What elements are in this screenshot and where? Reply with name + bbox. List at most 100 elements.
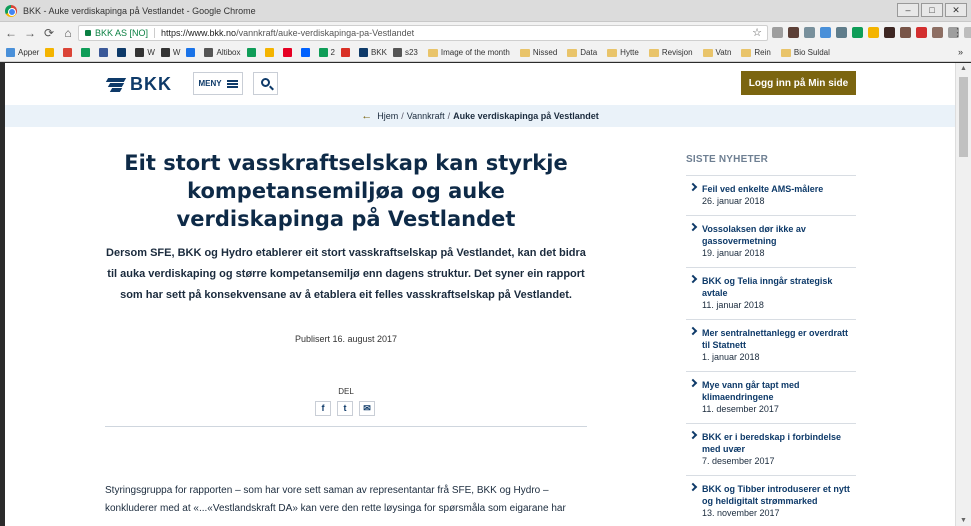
bookmark-folder[interactable]: Revisjon [648, 48, 693, 57]
email-icon[interactable]: ✉ [359, 401, 375, 416]
twitter-icon[interactable]: t [337, 401, 353, 416]
bookmark-item[interactable] [300, 48, 313, 57]
bookmark-item[interactable]: 2 [318, 48, 335, 57]
bkk-logo[interactable]: BKK [105, 74, 172, 95]
news-item[interactable]: Vossolaksen dør ikke av gassovermetning 1… [686, 215, 856, 267]
bookmark-item[interactable] [45, 48, 57, 57]
bookmark-folder[interactable]: Rein [741, 48, 771, 57]
back-arrow-icon[interactable]: ← [361, 110, 372, 122]
news-title[interactable]: Vossolaksen dør ikke av gassovermetning [702, 223, 856, 247]
news-item[interactable]: BKK og Tibber introduserer et nytt og he… [686, 475, 856, 526]
address-input[interactable]: BKK AS [NO] https://www.bkk.no/vannkraft… [78, 25, 768, 41]
page-scrollbar[interactable]: ▲ ▼ [955, 63, 971, 526]
news-item[interactable]: BKK er i beredskap i forbindelse med uvæ… [686, 423, 856, 475]
close-button[interactable]: ✕ [945, 3, 967, 17]
scroll-down-icon[interactable]: ▼ [960, 517, 967, 524]
bookmark-item[interactable]: W [160, 48, 180, 57]
news-date: 26. januar 2018 [702, 196, 765, 206]
bookmark-folder[interactable]: Image of the month [427, 48, 510, 57]
folder-icon [780, 48, 791, 57]
extension-icon[interactable] [788, 27, 799, 38]
news-title[interactable]: BKK og Telia inngår strategisk avtale [702, 275, 856, 299]
sidebar-title: SISTE NYHETER [686, 154, 769, 165]
news-item[interactable]: Feil ved enkelte AMS-målere 26. januar 20… [686, 175, 856, 215]
news-date: 19. januar 2018 [702, 248, 765, 258]
extension-icon[interactable] [964, 27, 971, 38]
minimize-button[interactable]: – [897, 3, 919, 17]
browser-toolbar: ← → ⟳ ⌂ BKK AS [NO] https://www.bkk.no/v… [0, 22, 971, 44]
bookmark-star-icon[interactable]: ☆ [752, 26, 762, 39]
bookmark-item[interactable] [246, 48, 259, 57]
breadcrumb-separator: / [401, 111, 404, 121]
bookmark-item[interactable] [264, 48, 277, 57]
extension-icon[interactable] [820, 27, 831, 38]
bookmark-item[interactable] [340, 48, 353, 57]
news-title[interactable]: BKK er i beredskap i forbindelse med uvæ… [702, 431, 856, 455]
extension-icon[interactable] [836, 27, 847, 38]
omnibox-separator [154, 28, 156, 38]
extension-icon[interactable] [804, 27, 815, 38]
article-lead: Dersom SFE, BKK og Hydro etablerer eit s… [106, 247, 586, 301]
extension-icon[interactable] [900, 27, 911, 38]
extension-icon[interactable] [772, 27, 783, 38]
folder-icon [607, 48, 618, 57]
bookmark-folder[interactable]: Hytte [607, 48, 639, 57]
extension-icon[interactable] [932, 27, 943, 38]
login-button[interactable]: Logg inn på Min side [741, 71, 856, 95]
back-icon[interactable]: ← [3, 25, 19, 41]
bookmark-icon [99, 48, 109, 57]
article-divider [105, 426, 587, 427]
article-body: Styringsgruppa for rapporten – som har v… [105, 485, 566, 514]
bookmark-item[interactable]: W [135, 48, 155, 57]
extension-icon[interactable] [884, 27, 895, 38]
url-path: /vannkraft/auke-verdiskapinga-pa-Vestlan… [236, 28, 415, 38]
bookmark-item[interactable]: BKK [358, 48, 387, 57]
scrollbar-thumb[interactable] [959, 77, 968, 157]
search-button[interactable] [253, 72, 278, 95]
facebook-icon[interactable]: f [315, 401, 331, 416]
bookmark-folder[interactable]: Nissed [519, 48, 557, 57]
bookmark-item[interactable] [99, 48, 111, 57]
news-item[interactable]: Mye vann går tapt med klimaendringene 11.… [686, 371, 856, 423]
forward-icon[interactable]: → [22, 25, 38, 41]
bookmark-folder[interactable]: Vatn [702, 48, 731, 57]
bookmark-icon [81, 48, 91, 57]
reload-icon[interactable]: ⟳ [41, 25, 57, 41]
bookmark-item[interactable]: s23 [392, 48, 418, 57]
scroll-up-icon[interactable]: ▲ [960, 65, 967, 72]
bookmark-item[interactable]: Apper [6, 48, 39, 57]
bookmark-item[interactable] [186, 48, 198, 57]
bookmark-item[interactable] [117, 48, 129, 57]
lock-icon [85, 30, 91, 36]
news-item[interactable]: BKK og Telia inngår strategisk avtale 11.… [686, 267, 856, 319]
chevron-right-icon [688, 274, 698, 284]
extension-icon[interactable] [916, 27, 927, 38]
breadcrumb-vannkraft[interactable]: Vannkraft [407, 111, 445, 121]
bookmark-item[interactable] [282, 48, 295, 57]
bookmark-icon [186, 48, 196, 57]
news-item[interactable]: Mer sentralnettanlegg er overdratt til S… [686, 319, 856, 371]
bookmark-icon [340, 48, 350, 57]
extension-icon[interactable] [868, 27, 879, 38]
bookmark-item[interactable] [81, 48, 93, 57]
menu-button[interactable]: MENY [193, 72, 243, 95]
breadcrumb-home[interactable]: Hjem [377, 111, 398, 121]
bookmark-item[interactable] [63, 48, 75, 57]
bookmark-folder[interactable]: Data [567, 48, 597, 57]
extension-icon[interactable] [852, 27, 863, 38]
news-date: 7. desember 2017 [702, 456, 775, 466]
home-icon[interactable]: ⌂ [60, 25, 76, 41]
maximize-button[interactable]: □ [921, 3, 943, 17]
chevron-right-icon [688, 378, 698, 388]
folder-icon [648, 48, 659, 57]
hamburger-icon [226, 79, 238, 88]
news-title[interactable]: Feil ved enkelte AMS-målere [702, 183, 856, 195]
chrome-menu-icon[interactable]: ⋮ [952, 26, 963, 39]
more-bookmarks-icon[interactable]: » [958, 47, 963, 57]
news-title[interactable]: Mer sentralnettanlegg er overdratt til S… [702, 327, 856, 351]
news-title[interactable]: Mye vann går tapt med klimaendringene [702, 379, 856, 403]
bookmark-item[interactable]: Altibox [204, 48, 241, 57]
bookmark-folder[interactable]: Bio Suldal [780, 48, 830, 57]
url-prefix: https://www.bkk.no [161, 28, 237, 38]
news-title[interactable]: BKK og Tibber introduserer et nytt og he… [702, 483, 856, 507]
